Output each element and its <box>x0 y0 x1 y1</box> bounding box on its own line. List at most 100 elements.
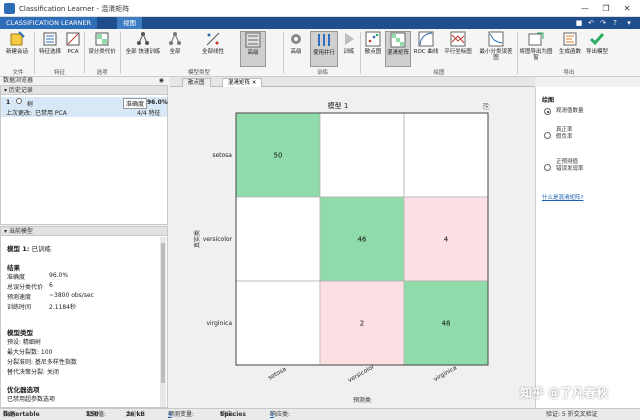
group-separator <box>283 32 284 74</box>
matrix-value-0-0: 50 <box>274 152 283 160</box>
ribbon-toolstrip: 新建会话 特征选择 PCA 特征 误分类代价 选项 全部 快速训练 全部 全部线… <box>0 29 640 77</box>
group-label-plots: 绘图 <box>433 70 445 76</box>
parallel-coords-button[interactable]: 平行坐标图 <box>441 31 475 67</box>
current-model-header[interactable]: ▾ 当前模型 <box>1 227 167 236</box>
features-count: 4/4 特征 <box>137 110 161 117</box>
export-icon[interactable]: ⎘ <box>483 102 490 111</box>
export-plot-figure-button[interactable]: 将图导出为图窗 <box>519 31 553 67</box>
panel-menu-icon[interactable]: ◉ <box>159 77 164 85</box>
roc-curve-button[interactable]: ROC 曲线 <box>413 31 439 67</box>
window-titlebar: Classification Learner - 混淆矩阵 — ❐ ✕ <box>0 0 640 17</box>
status-validation: 验证: 5 折交叉验证 <box>546 411 598 418</box>
matrix-cell-0-2 <box>403 112 489 198</box>
close-button[interactable]: ✕ <box>617 2 637 15</box>
train-button[interactable]: 训练 <box>339 31 359 67</box>
misclass-cost-button[interactable]: 误分类代价 <box>86 31 118 67</box>
fine-tree-icon <box>245 32 261 48</box>
history-item-model-1[interactable]: 1 树 准确度 96.0% 上次更改: 已禁用 PCA 4/4 特征 <box>1 97 168 117</box>
maximize-button[interactable]: ❐ <box>596 2 616 15</box>
model-type-line: 替代决策分裂: 关闭 <box>7 369 59 376</box>
group-label-model-type: 模型类型 <box>187 70 210 76</box>
ribbon-tab-bar: CLASSIFICATION LEARNER 视图 ■ ↶ ↷ ? ▾ <box>0 17 640 29</box>
model-type-heading: 模型类型 <box>7 329 33 337</box>
matrix-cell-1-0 <box>235 196 321 282</box>
status-response: 响应: Species <box>220 411 246 418</box>
current-model-scrollbar[interactable] <box>160 237 166 407</box>
matlab-app-icon <box>4 3 15 14</box>
document-tabs: 散点图 混淆矩阵 ✕ <box>170 77 535 87</box>
watermark: 知乎 @了凡春秋 <box>520 386 609 400</box>
model-type-line: 最大分裂数: 100 <box>7 349 53 356</box>
generate-function-button[interactable]: 生成函数 <box>556 31 584 67</box>
close-tab-icon[interactable]: ✕ <box>252 80 257 86</box>
confusion-matrix-button[interactable]: 混淆矩阵 <box>385 31 411 67</box>
model-type-line: 预设: 精细树 <box>7 339 41 346</box>
gear-icon <box>291 34 301 44</box>
export-figure-icon <box>528 32 544 46</box>
status-bar: 数据: fishertable 观测值: 150 大小: 26 kB 预测变量:… <box>0 408 640 420</box>
chart-title: 模型 1 <box>328 101 349 110</box>
group-separator <box>517 32 518 74</box>
result-pred-speed: 预测速度 ~3800 obs/sec <box>7 292 94 301</box>
feature-select-button[interactable]: 特征选择 <box>37 31 63 67</box>
roc-curve-icon <box>418 31 434 47</box>
history-panel-header[interactable]: ▾ 历史记录 <box>1 86 167 95</box>
help-icon[interactable]: ? <box>610 18 620 28</box>
optimizer-line: 已禁用超参数选项 <box>7 396 56 403</box>
group-separator <box>360 32 361 74</box>
min-error-plot-icon <box>488 31 504 47</box>
new-session-button[interactable]: 新建会话 <box>2 31 32 67</box>
window-title: Classification Learner - 混淆矩阵 <box>19 5 130 13</box>
minimize-button[interactable]: — <box>575 2 595 15</box>
check-export-icon <box>589 33 605 46</box>
expand-icon[interactable]: ▾ <box>624 18 634 28</box>
status-observations: 观测值: 150 <box>86 411 107 418</box>
tab-confusion-matrix[interactable]: 混淆矩阵 ✕ <box>222 78 263 87</box>
undo-icon[interactable]: ↶ <box>586 18 596 28</box>
model-gallery-selected[interactable]: 高级 <box>240 31 266 67</box>
result-total-cost: 总误分类代价 6 <box>7 282 53 291</box>
confusion-matrix-icon <box>390 32 406 48</box>
matrix-cell-2-0 <box>235 280 321 366</box>
results-heading: 结果 <box>7 264 20 272</box>
plot-options-panel: 绘图 观测值数量 真正率 假负率 正预测值 错误发现率 什么是混淆矩阵? <box>535 87 640 408</box>
all-models-button[interactable]: 全部 <box>164 31 186 67</box>
export-model-button[interactable]: 导出模型 <box>586 31 608 67</box>
tab-classification-learner[interactable]: CLASSIFICATION LEARNER <box>0 17 98 29</box>
radio-obs-count[interactable] <box>544 108 551 115</box>
y-tick-label: versicolor <box>203 236 233 243</box>
advanced-button[interactable]: 高级 <box>286 31 306 67</box>
scatter-plot-button[interactable]: 散点图 <box>362 31 384 67</box>
x-axis-label: 预测类 <box>353 396 371 404</box>
x-tick-label: virginica <box>432 364 458 383</box>
matrix-value-1-2: 4 <box>444 236 449 244</box>
all-linear-button[interactable]: 全部线性 <box>196 31 230 67</box>
scrollbar-thumb[interactable] <box>161 243 165 383</box>
redo-icon[interactable]: ↷ <box>598 18 608 28</box>
group-label-features: 特征 <box>53 70 65 76</box>
history-panel: ▾ 历史记录 1 树 准确度 96.0% 上次更改: 已禁用 PCA 4/4 特… <box>0 85 168 225</box>
tab-view[interactable]: 视图 <box>117 17 142 29</box>
history-item-accuracy: 96.0% <box>147 99 168 106</box>
pca-button[interactable]: PCA <box>64 31 82 67</box>
use-parallel-toggle[interactable]: 使用并行 <box>310 31 338 67</box>
what-is-confusion-matrix-link[interactable]: 什么是混淆矩阵? <box>542 193 583 201</box>
group-separator <box>34 32 35 74</box>
last-change-value: 已禁用 PCA <box>35 110 67 117</box>
tab-scatter-plot[interactable]: 散点图 <box>182 78 211 87</box>
group-label-file: 文件 <box>12 70 24 76</box>
radio-ppv-fdr[interactable] <box>544 164 551 171</box>
plot-area: 模型 1 ⎘ 真实类 预测类 50 46 4 2 48 setosa versicolor v… <box>170 87 535 408</box>
group-separator <box>120 32 121 74</box>
save-icon[interactable]: ■ <box>574 18 584 28</box>
group-separator <box>84 32 85 74</box>
tree-quick-icon <box>137 32 149 45</box>
all-quick-train-button[interactable]: 全部 快速训练 <box>124 31 162 67</box>
scatter-plot-icon <box>365 31 381 47</box>
optimizer-heading: 优化器选项 <box>7 386 40 394</box>
radio-tpr-fnr[interactable] <box>544 132 551 139</box>
model-heading: 模型 1: 已训练 <box>7 245 52 253</box>
linear-models-icon <box>206 32 220 46</box>
model-status-icon <box>16 98 22 104</box>
min-classification-error-button[interactable]: 最小分类误差图 <box>477 31 515 67</box>
